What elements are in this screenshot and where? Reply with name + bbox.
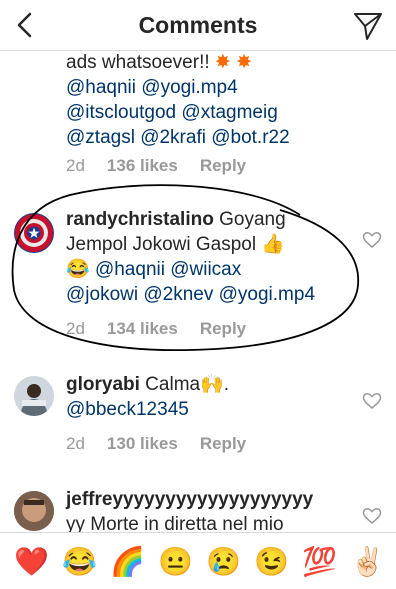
comment-age: 2d [66, 434, 85, 453]
comment-4-text: jeffreyyyyyyyyyyyyyyyyyyy yy Morte in di… [66, 487, 313, 532]
like-count[interactable]: 130 likes [107, 434, 178, 454]
comment-text: Jempol Jokowi Gaspol [66, 234, 262, 255]
comment-4: jeffreyyyyyyyyyyyyyyyyyyy yy Morte in di… [0, 485, 396, 532]
face-with-tears-of-joy-icon[interactable]: 😂 [62, 545, 97, 579]
crying-face-icon[interactable]: 😢 [206, 545, 241, 579]
comment-3-meta: 2d 130 likes Reply [66, 434, 246, 454]
header: Comments [0, 0, 396, 51]
collision-emoji-icon: ✸ [236, 52, 253, 73]
red-heart-icon[interactable]: ❤️ [14, 545, 49, 579]
comment-text: . [223, 374, 230, 395]
mention-line[interactable]: @jokowi @2knev @yogi.mp4 [66, 282, 366, 307]
comment-username[interactable]: gloryabi [66, 374, 140, 395]
heart-outline-icon[interactable] [362, 507, 382, 525]
comment-username[interactable]: jeffreyyyyyyyyyyyyyyyyyyy [66, 487, 313, 512]
heart-outline-icon[interactable] [362, 231, 382, 249]
comment-1-meta: 2d 136 likes Reply [66, 156, 246, 176]
hundred-points-icon[interactable]: 💯 [302, 545, 337, 579]
person-photo-icon [14, 491, 54, 531]
comment-text-line: ads whatsoever!! [66, 52, 215, 73]
raising-hands-emoji-icon: 🙌 [200, 374, 224, 395]
comment-2-text: randychristalino Goyang Jempol Jokowi Ga… [66, 207, 366, 307]
direct-share-icon[interactable] [352, 10, 384, 42]
mention-line[interactable]: @haqnii @wiicax [95, 259, 241, 280]
victory-hand-icon[interactable]: ✌🏻 [350, 545, 385, 579]
mention-line[interactable]: @itscloutgod @xtagmeig [66, 100, 290, 125]
reply-button[interactable]: Reply [200, 319, 246, 339]
like-count[interactable]: 134 likes [107, 319, 178, 339]
comment-3: gloryabi Calma🙌. @bbeck12345 2d 130 like… [0, 370, 396, 470]
thumbs-up-emoji-icon: 👍 [261, 234, 286, 255]
captain-america-shield-icon [15, 214, 53, 252]
comment-text: Calma [139, 374, 201, 395]
comment-1-text: ads whatsoever!! ✸ ✸ @haqnii @yogi.mp4 @… [66, 50, 290, 150]
comment-age: 2d [66, 156, 85, 175]
comment-username[interactable]: randychristalino [66, 209, 214, 230]
winking-face-icon[interactable]: 😉 [254, 545, 289, 579]
comment-text: yy Morte in diretta nel mio [66, 514, 284, 532]
tears-of-joy-emoji-icon: 😂 [66, 259, 90, 280]
mention-line[interactable]: @ztagsl @2krafi @bot.r22 [66, 125, 290, 150]
avatar[interactable] [14, 376, 54, 416]
avatar[interactable] [14, 213, 54, 253]
neutral-face-icon[interactable]: 😐 [158, 545, 193, 579]
heart-outline-icon[interactable] [362, 392, 382, 410]
collision-emoji-icon: ✸ [214, 52, 231, 73]
like-count[interactable]: 136 likes [107, 156, 178, 176]
avatar[interactable] [14, 491, 54, 531]
page-title: Comments [138, 12, 258, 38]
rainbow-icon[interactable]: 🌈 [110, 545, 145, 579]
person-photo-icon [14, 376, 54, 416]
comment-2: randychristalino Goyang Jempol Jokowi Ga… [0, 205, 396, 350]
comment-text: Goyang [213, 209, 286, 230]
comment-1: ads whatsoever!! ✸ ✸ @haqnii @yogi.mp4 @… [0, 50, 396, 180]
mention-line[interactable]: @bbeck12345 [66, 397, 229, 422]
comment-2-meta: 2d 134 likes Reply [66, 319, 246, 339]
reply-button[interactable]: Reply [200, 434, 246, 454]
comment-3-text: gloryabi Calma🙌. @bbeck12345 [66, 372, 229, 422]
emoji-quick-bar: ❤️ 😂 🌈 😐 😢 😉 💯 ✌🏻 [0, 532, 396, 589]
mention-line[interactable]: @haqnii @yogi.mp4 [66, 75, 290, 100]
reply-button[interactable]: Reply [200, 156, 246, 176]
comment-age: 2d [66, 319, 85, 338]
